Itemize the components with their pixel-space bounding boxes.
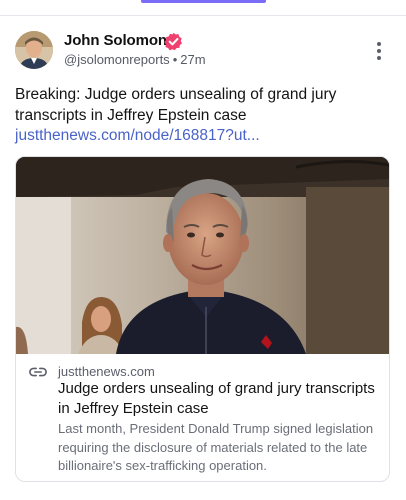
active-tab-indicator <box>141 0 266 3</box>
handle-line: @jsolomonreports • 27m <box>64 52 206 67</box>
article-photo[interactable] <box>16 157 389 354</box>
avatar[interactable] <box>15 31 53 69</box>
author-handle[interactable]: @jsolomonreports <box>64 52 170 67</box>
link-preview-card[interactable]: justthenews.com Judge orders unsealing o… <box>15 156 390 482</box>
post-time[interactable]: 27m <box>180 52 205 67</box>
card-domain: justthenews.com <box>58 364 155 379</box>
post-text-body: Breaking: Judge orders unsealing of gran… <box>15 86 337 124</box>
author-name[interactable]: John Solomon <box>64 32 167 49</box>
verified-badge-icon <box>164 32 182 51</box>
card-description: Last month, President Donald Trump signe… <box>58 421 374 473</box>
card-title[interactable]: Judge orders unsealing of grand jury tra… <box>58 379 383 418</box>
post[interactable]: John Solomon @jsolomonreports • 27m Breaki… <box>0 16 406 500</box>
separator: • <box>172 52 178 67</box>
post-link[interactable]: justthenews.com/node/168817?ut... <box>15 127 260 144</box>
link-icon <box>29 367 47 377</box>
more-options-button[interactable] <box>370 40 388 62</box>
card-meta[interactable]: justthenews.com Judge orders unsealing o… <box>16 354 389 481</box>
more-vertical-icon <box>377 42 381 46</box>
post-text: Breaking: Judge orders unsealing of gran… <box>15 85 390 147</box>
